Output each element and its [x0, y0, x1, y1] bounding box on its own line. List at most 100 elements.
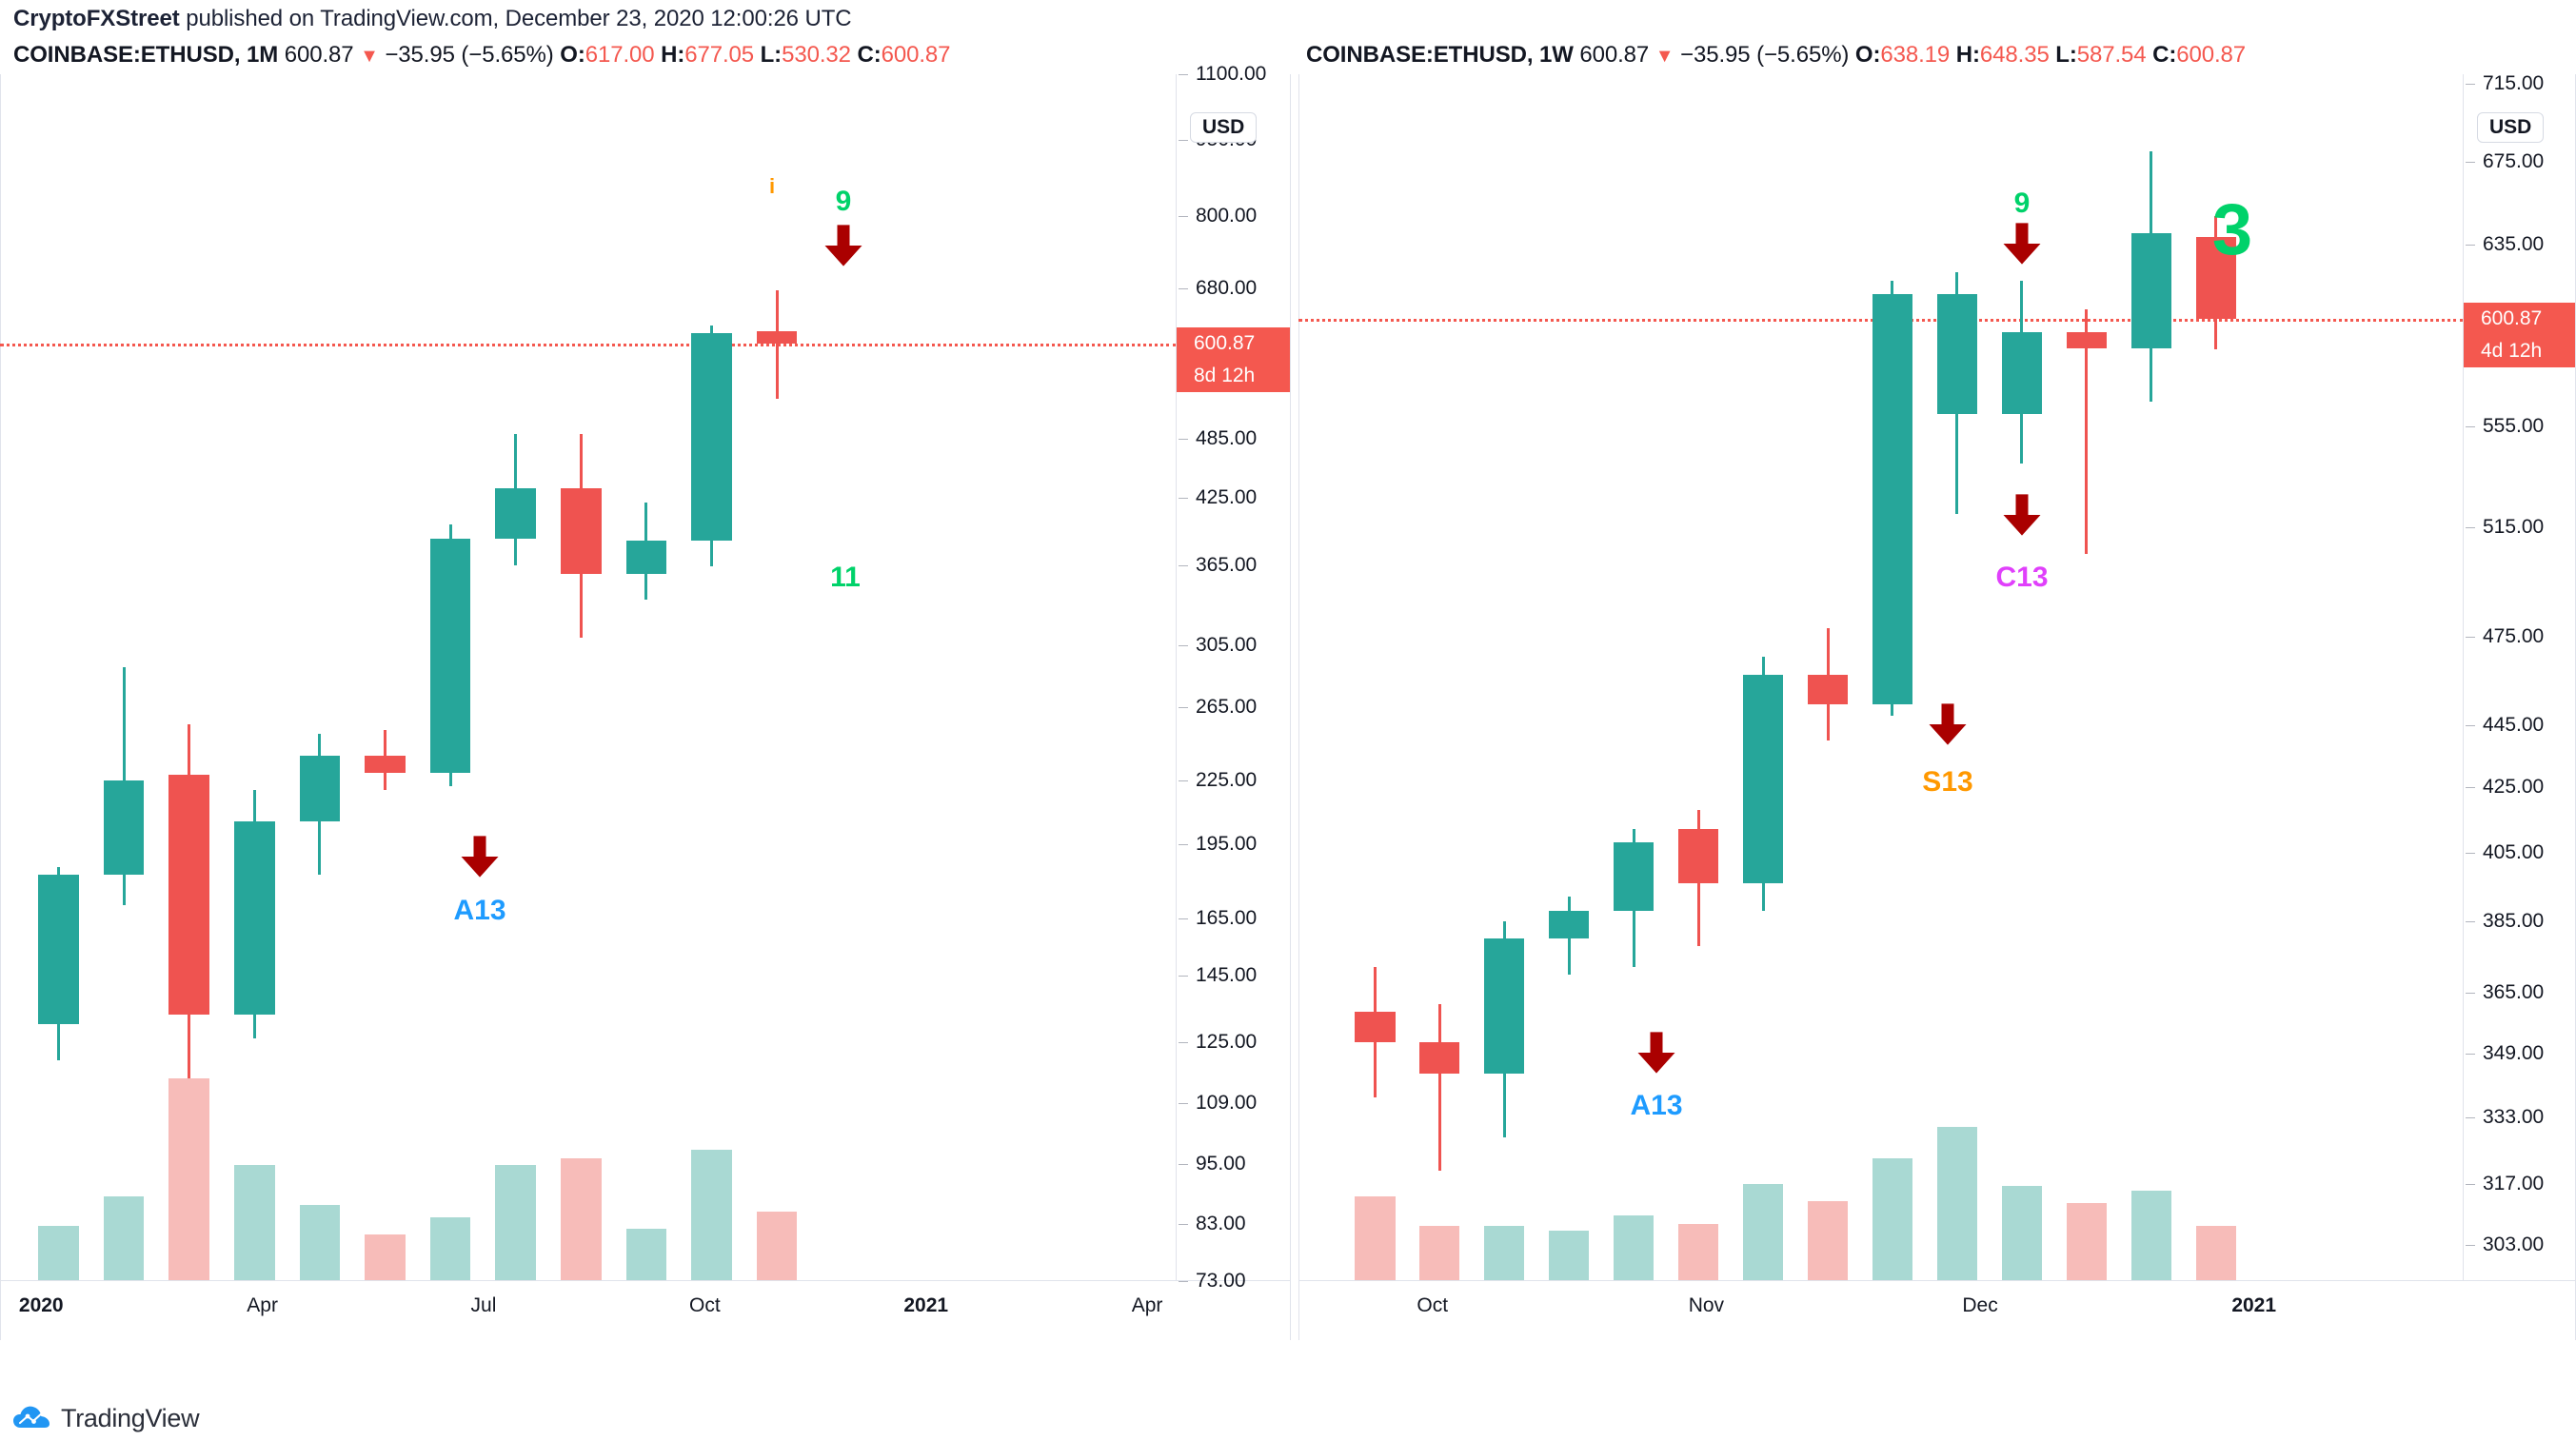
candle-body	[495, 487, 536, 540]
price-axis-tick-label: 83.00	[1196, 1212, 1246, 1234]
price-axis-tickmark	[1179, 74, 1188, 75]
candle-body	[1678, 829, 1719, 883]
candle-body	[1614, 842, 1655, 911]
candle-body	[1355, 1012, 1396, 1042]
candle-body	[103, 780, 145, 875]
volume-bar	[495, 1164, 536, 1281]
sequential-marker-label: 9	[2013, 188, 2031, 219]
candle-body	[2130, 233, 2171, 348]
candle-body	[1549, 910, 1590, 939]
time-axis[interactable]: 2020 Apr Jul Oct 2021 Apr	[0, 1281, 1177, 1340]
sequential-marker-label: S13	[1922, 766, 1973, 798]
price-axis-tickmark	[2466, 993, 2475, 995]
legend-close-key: C:	[2152, 42, 2177, 68]
tradingview-screenshot: CryptoFXStreet published on TradingView.…	[0, 0, 2576, 1441]
tradingview-footer: TradingView	[13, 1404, 200, 1433]
price-axis-tickmark	[1179, 644, 1188, 646]
currency-badge[interactable]: USD	[1190, 112, 1258, 143]
price-axis-tick-label: 715.00	[2483, 71, 2545, 94]
down-arrow-icon	[1997, 219, 2047, 273]
sequential-marker-label: A13	[453, 895, 506, 926]
candle-body	[1484, 938, 1525, 1074]
sequential-marker-label: A13	[1630, 1090, 1683, 1121]
candle-body	[756, 331, 798, 344]
bar-countdown-tag: 4d 12h	[2464, 335, 2576, 368]
price-axis-tickmark	[1179, 1281, 1188, 1282]
price-axis-tick-label: 425.00	[2483, 776, 2545, 799]
price-plot-area[interactable]	[1298, 74, 2464, 1281]
price-axis-tickmark	[2466, 161, 2475, 163]
price-axis[interactable]: 1100.00950.00800.00680.00485.00425.00365…	[1177, 63, 1291, 1292]
time-axis-tick-label: Nov	[1688, 1294, 1725, 1316]
time-axis-tick-label: Oct	[1417, 1294, 1449, 1316]
sequential-marker-label: 3	[2211, 189, 2253, 270]
currency-badge[interactable]: USD	[2477, 112, 2545, 143]
volume-bar	[2001, 1186, 2042, 1281]
legend-symbol[interactable]: COINBASE:ETHUSD, 1W	[1306, 42, 1574, 68]
price-axis-tickmark	[1179, 438, 1188, 440]
price-axis-tick-label: 475.00	[2483, 625, 2545, 648]
price-axis-tick-label: 225.00	[1196, 768, 1258, 791]
attribution-header: CryptoFXStreet published on TradingView.…	[13, 6, 852, 32]
candle-body	[2066, 331, 2107, 348]
price-axis-tick-label: 635.00	[2483, 232, 2545, 255]
legend-change: −35.95 (−5.65%)	[1680, 42, 1850, 68]
time-axis[interactable]: Oct Nov Dec 2021	[1298, 1281, 2464, 1340]
legend-low-key: L:	[760, 42, 783, 68]
down-arrow-icon	[1632, 1028, 1681, 1082]
price-axis-tickmark	[2466, 244, 2475, 246]
volume-bar	[625, 1228, 667, 1281]
legend-close-value: 600.87	[881, 42, 951, 68]
price-axis-tick-label: 349.00	[2483, 1042, 2545, 1065]
legend-high-key: H:	[1955, 42, 1980, 68]
triangle-down-icon: ▼	[360, 46, 379, 67]
legend-symbol[interactable]: COINBASE:ETHUSD, 1M	[13, 42, 278, 68]
publisher-name: CryptoFXStreet	[13, 6, 180, 31]
volume-bar	[1743, 1183, 1784, 1281]
time-axis-tick-label: Jul	[470, 1294, 497, 1316]
volume-bar	[103, 1196, 145, 1281]
candle-body	[1807, 674, 1849, 704]
price-axis-tickmark	[1179, 564, 1188, 566]
volume-bar	[234, 1164, 275, 1281]
current-price-tag: 600.87	[1177, 326, 1291, 360]
price-axis-tickmark	[1179, 139, 1188, 141]
time-axis-tick-label: 2020	[18, 1294, 64, 1316]
chart-panel-left[interactable]: 1100.00950.00800.00680.00485.00425.00365…	[0, 63, 1291, 1340]
legend-high-value: 648.35	[1979, 42, 2050, 68]
sequential-marker-label: 11	[830, 562, 861, 593]
bar-countdown-tag: 8d 12h	[1177, 359, 1291, 392]
candle-body	[561, 487, 602, 574]
volume-bar	[1484, 1226, 1525, 1281]
sequential-marker-label: i	[768, 174, 776, 198]
sequential-marker-label: 9	[835, 186, 852, 217]
volume-bar	[429, 1217, 471, 1281]
panel-divider	[1290, 74, 1291, 1340]
down-arrow-icon	[455, 832, 505, 886]
candle-body	[1872, 293, 1912, 704]
price-plot-area[interactable]	[0, 74, 1177, 1281]
legend-high-value: 677.05	[684, 42, 755, 68]
down-arrow-icon	[1923, 700, 1972, 754]
publisher-meta: published on TradingView.com, December 2…	[179, 6, 852, 31]
tradingview-cloud-logo-icon	[13, 1406, 50, 1428]
price-axis-tick-label: 165.00	[1196, 906, 1258, 929]
candle-body	[625, 540, 667, 574]
chart-legend-left: COINBASE:ETHUSD, 1M 600.87 ▼ −35.95 (−5.…	[13, 42, 951, 69]
volume-bar	[299, 1205, 341, 1281]
price-axis-tickmark	[1179, 1163, 1188, 1165]
price-axis-tick-label: 555.00	[2483, 414, 2545, 437]
volume-bar	[561, 1158, 602, 1281]
price-axis-tick-label: 303.00	[2483, 1233, 2545, 1255]
price-axis-tick-label: 265.00	[1196, 696, 1258, 719]
price-axis-tickmark	[2466, 527, 2475, 529]
price-axis-tick-label: 1100.00	[1196, 63, 1267, 85]
price-axis-tickmark	[1179, 707, 1188, 709]
price-axis-tickmark	[1179, 843, 1188, 845]
price-axis[interactable]: 715.00675.00635.00595.00555.00515.00475.…	[2464, 71, 2576, 1281]
candle-body	[38, 874, 79, 1025]
volume-bar	[1614, 1215, 1655, 1281]
volume-bar	[1872, 1158, 1912, 1281]
volume-bar	[168, 1077, 209, 1281]
price-axis-tickmark	[2466, 1183, 2475, 1185]
